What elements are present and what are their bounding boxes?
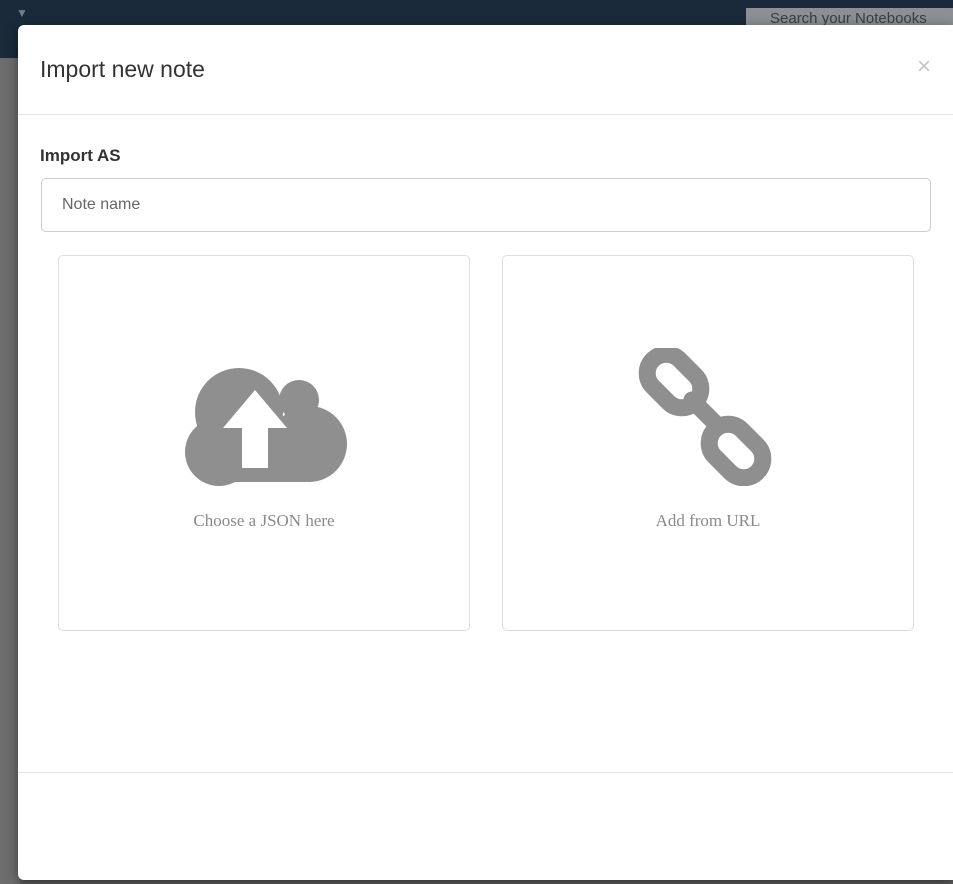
add-from-url-option[interactable]: Add from URL — [502, 255, 914, 631]
note-name-input[interactable] — [41, 178, 931, 232]
add-from-url-label: Add from URL — [655, 511, 761, 530]
dialog-header: Import new note × — [18, 25, 953, 115]
background-content-edge — [0, 58, 20, 884]
choose-json-label: Choose a JSON here — [193, 511, 335, 530]
import-note-dialog: Import new note × Import AS Choose a JSO… — [18, 25, 953, 880]
caret-down-icon: ▼ — [16, 6, 28, 20]
choose-json-option[interactable]: Choose a JSON here — [58, 255, 470, 631]
cloud-upload-icon — [185, 368, 347, 486]
link-icon — [638, 348, 772, 486]
dialog-title: Import new note — [40, 56, 205, 82]
close-button[interactable]: × — [917, 55, 931, 79]
import-as-label: Import AS — [40, 146, 121, 165]
dialog-footer — [18, 772, 953, 880]
